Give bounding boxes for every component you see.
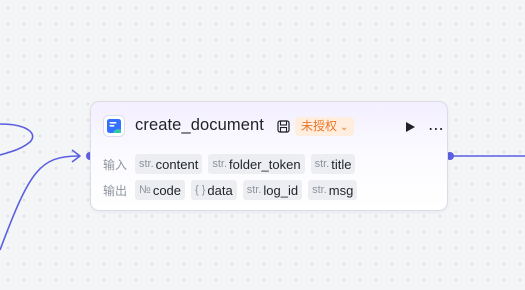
play-icon[interactable] bbox=[404, 121, 416, 133]
inputs-label: 输入 bbox=[103, 158, 128, 172]
param-name: folder_token bbox=[229, 156, 301, 172]
output-param-chip: { } data bbox=[191, 180, 237, 200]
incoming-loop-wire bbox=[0, 123, 34, 156]
doc-app-icon bbox=[103, 115, 125, 137]
param-type: str. bbox=[212, 158, 227, 170]
incoming-wire bbox=[0, 155, 80, 251]
param-type: № bbox=[139, 184, 151, 196]
auth-status-badge[interactable]: 未授权 ⌄ bbox=[295, 117, 355, 136]
node-title: create_document bbox=[135, 116, 264, 134]
param-name: log_id bbox=[263, 182, 299, 198]
output-param-chip: str. log_id bbox=[242, 180, 303, 200]
param-type: str. bbox=[314, 158, 330, 170]
param-name: content bbox=[155, 156, 199, 172]
param-type: str. bbox=[312, 184, 327, 196]
param-name: code bbox=[152, 182, 182, 198]
param-name: title bbox=[331, 156, 352, 172]
param-type: { } bbox=[195, 184, 206, 196]
save-icon[interactable] bbox=[277, 120, 290, 133]
output-param-chip: str. msg bbox=[308, 180, 358, 200]
chevron-down-icon: ⌄ bbox=[340, 122, 349, 133]
node-header: create_document 未授权 ⌄ ⋯ bbox=[103, 114, 444, 140]
auth-status-label: 未授权 bbox=[301, 119, 338, 133]
param-type: str. bbox=[139, 158, 154, 170]
input-param-chip: str. title bbox=[310, 154, 356, 174]
input-param-chip: str. content bbox=[135, 154, 203, 174]
input-param-chip: str. folder_token bbox=[208, 154, 305, 174]
plugin-node[interactable]: create_document 未授权 ⌄ ⋯ 输入 str. content s… bbox=[90, 101, 448, 211]
param-name: msg bbox=[328, 182, 354, 198]
param-name: data bbox=[207, 182, 233, 198]
param-type: str. bbox=[246, 184, 262, 196]
output-param-chip: № code bbox=[135, 180, 186, 200]
outputs-label: 输出 bbox=[103, 184, 128, 198]
more-icon[interactable]: ⋯ bbox=[428, 119, 445, 139]
